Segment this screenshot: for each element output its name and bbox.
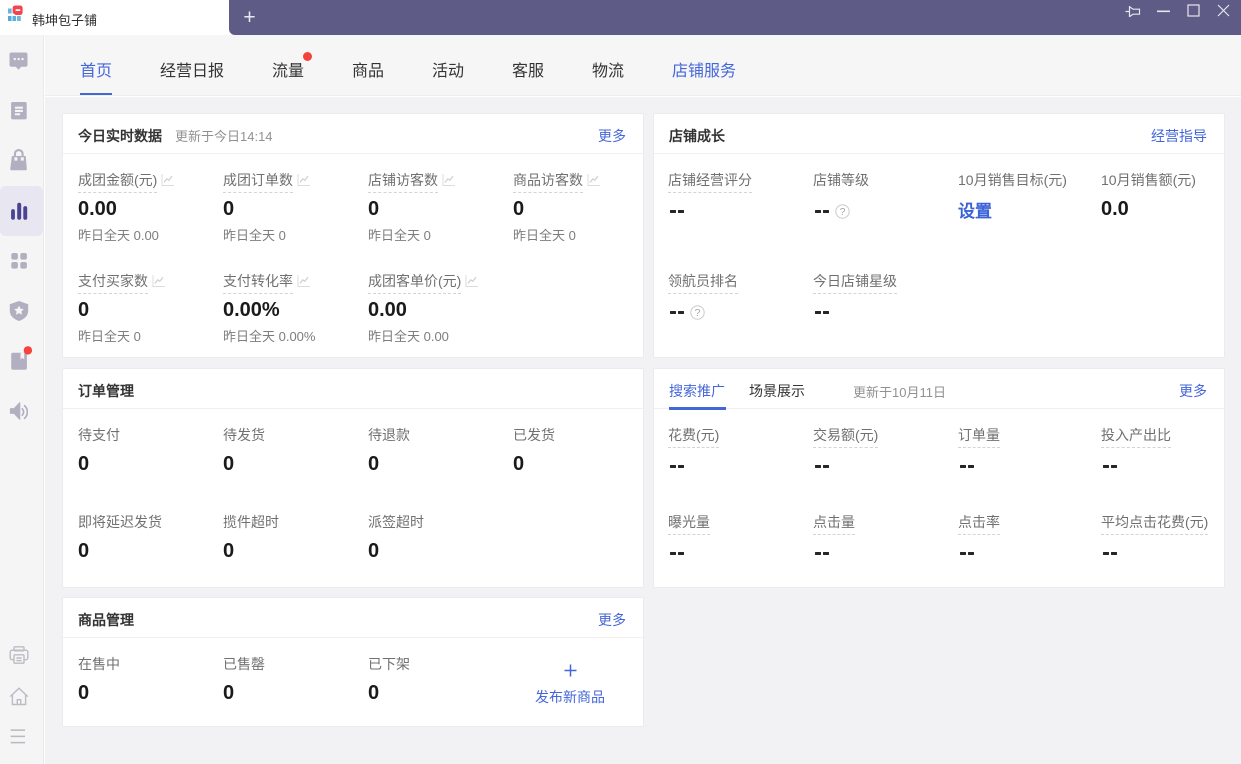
svg-text:?: ? — [840, 206, 846, 218]
svg-text:?: ? — [695, 307, 701, 319]
